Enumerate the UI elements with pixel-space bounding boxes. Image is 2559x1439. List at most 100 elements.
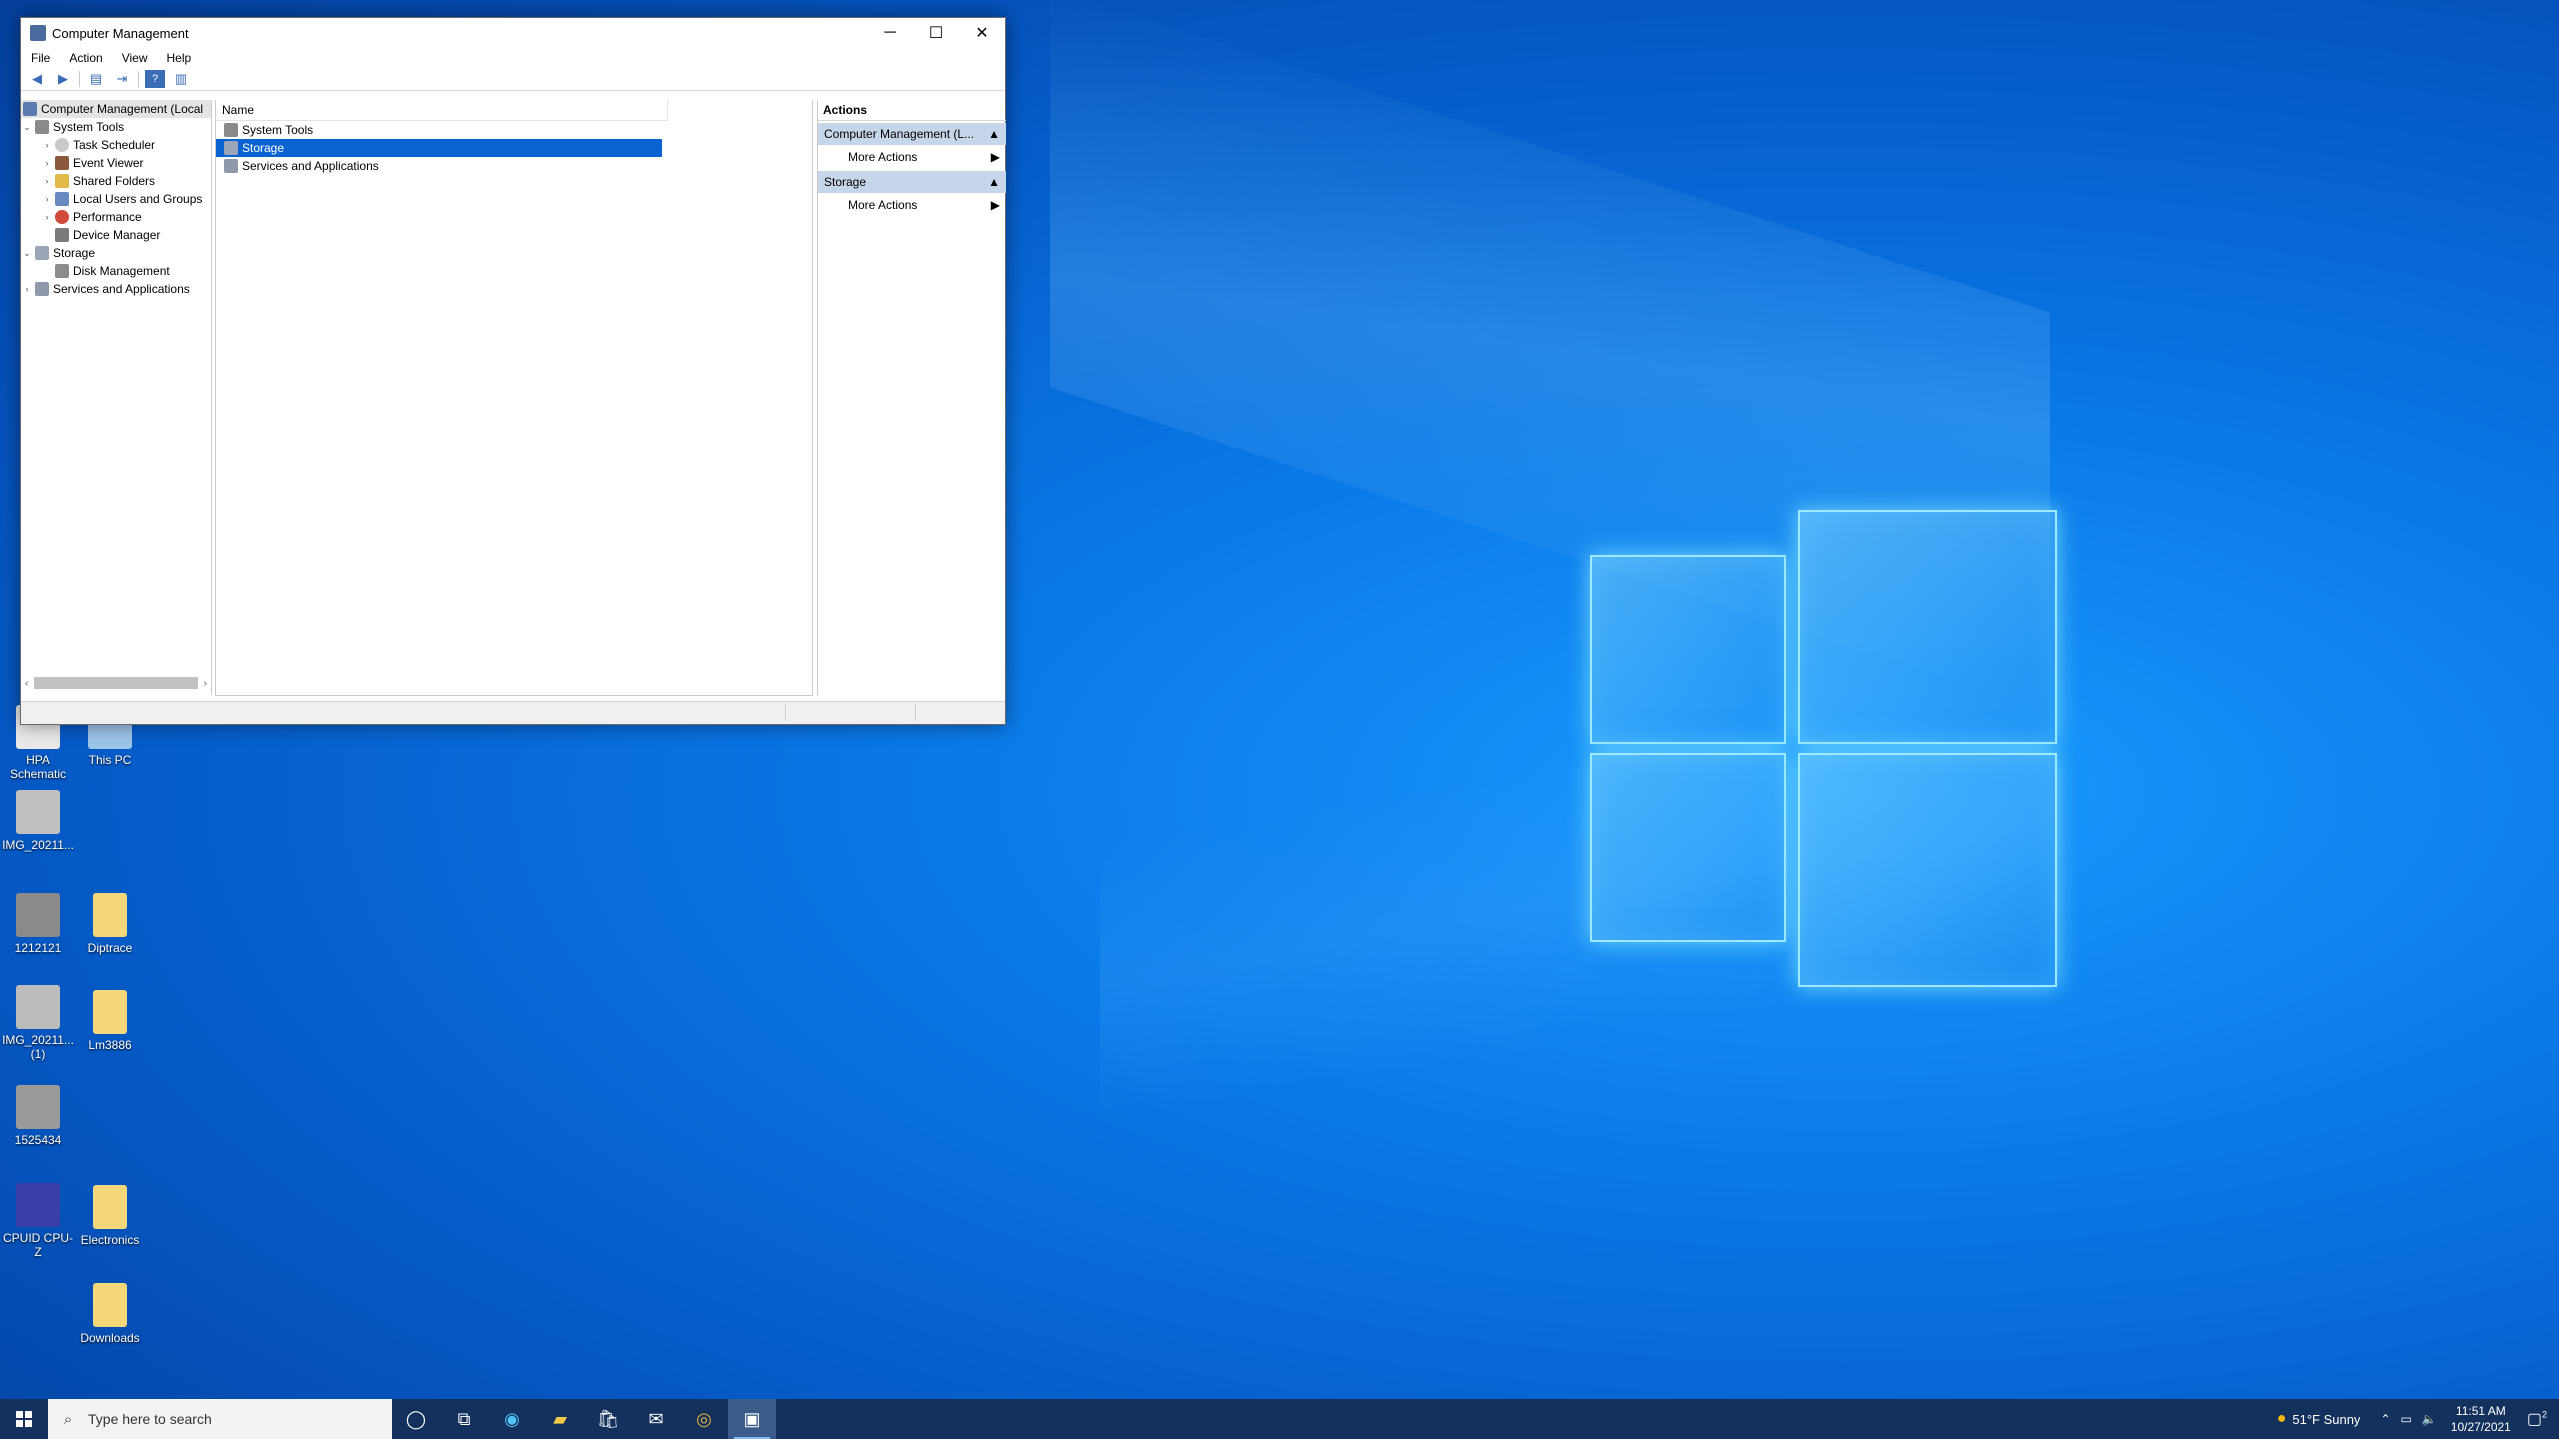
windows-start-icon [16,1411,32,1427]
desktop-icon[interactable]: 1212121 [0,893,76,955]
desktop-icon[interactable]: Diptrace [72,893,148,955]
tree-item-label: Local Users and Groups [73,192,203,206]
back-arrow-icon[interactable]: ◀ [27,70,47,88]
forward-arrow-icon[interactable]: ▶ [53,70,73,88]
weather-text[interactable]: 51°F Sunny [2292,1412,2360,1427]
scrollbar-thumb[interactable] [34,677,198,689]
desktop-icon-label: Electronics [80,1233,140,1247]
logo-pane [1798,510,2057,744]
action-item-label: More Actions [848,150,918,164]
network-icon[interactable]: ▭ [2401,1412,2412,1426]
chevron-down-icon[interactable]: ⌄ [21,248,33,259]
clock-date: 10/27/2021 [2450,1420,2511,1434]
folder-icon [93,1283,127,1327]
chevron-right-icon[interactable]: › [41,158,53,168]
disk-icon [55,264,69,278]
tree-item-task-scheduler[interactable]: › Task Scheduler [21,136,211,154]
taskbar-search-box[interactable]: ⌕ Type here to search [48,1399,392,1439]
windows-logo-wallpaper [1590,510,2060,990]
computer-management-icon [23,102,37,116]
desktop-icon[interactable]: IMG_20211... [0,790,76,852]
collapse-up-icon[interactable]: ▲ [988,127,1000,141]
chevron-right-icon[interactable]: › [41,176,53,186]
edge-browser-icon[interactable]: ◉ [488,1399,536,1439]
desktop-icon[interactable]: CPUID CPU-Z [0,1183,76,1259]
mail-icon[interactable]: ✉ [632,1399,680,1439]
help-icon[interactable]: ? [145,70,165,88]
list-item-label: Services and Applications [242,159,379,173]
chrome-icon[interactable]: ◎ [680,1399,728,1439]
horizontal-scrollbar[interactable]: ‹ › [25,675,207,691]
desktop-icon-label: IMG_20211... [2,838,74,852]
toolbar: ◀ ▶ ▤ ⇥ ? ▥ [21,68,1005,91]
desktop-icon-label: HPA Schematic [9,753,67,781]
show-hide-tree-icon[interactable]: ▤ [86,70,106,88]
chevron-right-icon[interactable]: › [41,140,53,150]
action-group-label: Storage [824,175,867,189]
storage-icon [35,246,49,260]
export-list-icon[interactable]: ⇥ [112,70,132,88]
main-content: Computer Management (Local ⌄ System Tool… [21,100,1006,696]
tree-item-event-viewer[interactable]: › Event Viewer [21,154,211,172]
action-more-actions[interactable]: More Actions ▶ [818,193,1006,217]
tree-item-disk-management[interactable]: Disk Management [21,262,211,280]
collapse-up-icon[interactable]: ▲ [988,175,1000,189]
performance-icon [55,210,69,224]
action-more-actions[interactable]: More Actions ▶ [818,145,1006,169]
column-header-name[interactable]: Name [216,100,668,121]
desktop-icon[interactable]: Electronics [72,1185,148,1247]
show-hide-action-pane-icon[interactable]: ▥ [171,70,191,88]
chevron-left-icon[interactable]: ‹ [25,678,28,689]
menu-view[interactable]: View [122,51,148,65]
desktop-icon[interactable]: 1525434 [0,1085,76,1147]
desktop-icon[interactable]: IMG_20211... (1) [0,985,76,1061]
file-explorer-icon[interactable]: ▰ [536,1399,584,1439]
chevron-up-icon[interactable]: ⌃ [2380,1412,2390,1426]
chevron-right-icon[interactable]: › [204,678,207,689]
desktop-icon[interactable]: Downloads [72,1283,148,1345]
status-segment [785,704,916,721]
action-group-computer-management[interactable]: Computer Management (L... ▲ [818,123,1006,145]
chevron-down-icon[interactable]: ⌄ [21,122,33,133]
status-bar [21,701,1005,724]
list-item-selected[interactable]: Storage [216,139,662,157]
tree-item-system-tools[interactable]: ⌄ System Tools [21,118,211,136]
tree-item-services[interactable]: › Services and Applications [21,280,211,298]
task-view-icon[interactable]: ⧉ [440,1399,488,1439]
menu-action[interactable]: Action [69,51,102,65]
cortana-icon[interactable]: ◯ [392,1399,440,1439]
menu-file[interactable]: File [31,51,50,65]
image-icon [16,1085,60,1129]
tree-item-device-manager[interactable]: Device Manager [21,226,211,244]
chevron-right-icon[interactable]: › [41,212,53,222]
start-button[interactable] [0,1399,48,1439]
tree-item-storage[interactable]: ⌄ Storage [21,244,211,262]
chevron-right-icon[interactable]: › [41,194,53,204]
notification-center-icon[interactable]: ▢2 [2527,1409,2547,1429]
storage-icon [224,141,238,155]
tree-item-label: Task Scheduler [73,138,156,152]
desktop-icon-label: Downloads [80,1331,140,1345]
menu-help[interactable]: Help [167,51,192,65]
minimize-button[interactable]: ─ [867,18,913,48]
clock[interactable]: 11:51 AM 10/27/2021 [2451,1403,2511,1435]
microsoft-store-icon[interactable]: 🛍 [584,1399,632,1439]
toolbar-separator [79,71,80,87]
computer-management-taskbar-icon[interactable]: ▣ [728,1399,776,1439]
window-title: Computer Management [52,25,189,41]
volume-icon[interactable]: 🔈 [2422,1412,2437,1426]
chevron-right-icon[interactable]: › [21,284,33,294]
tree-item-root[interactable]: Computer Management (Local [21,100,211,118]
desktop-icon[interactable]: Lm3886 [72,990,148,1052]
logo-pane [1590,555,1786,744]
tree-item-shared-folders[interactable]: › Shared Folders [21,172,211,190]
list-item[interactable]: System Tools [216,121,662,139]
tree-item-local-users[interactable]: › Local Users and Groups [21,190,211,208]
device-manager-icon [55,228,69,242]
list-item[interactable]: Services and Applications [216,157,662,175]
close-button[interactable]: ✕ [959,18,1005,48]
tree-item-performance[interactable]: › Performance [21,208,211,226]
action-group-storage[interactable]: Storage ▲ [818,171,1006,193]
title-bar[interactable]: Computer Management ─ ☐ ✕ [21,18,1005,48]
maximize-button[interactable]: ☐ [913,18,959,48]
